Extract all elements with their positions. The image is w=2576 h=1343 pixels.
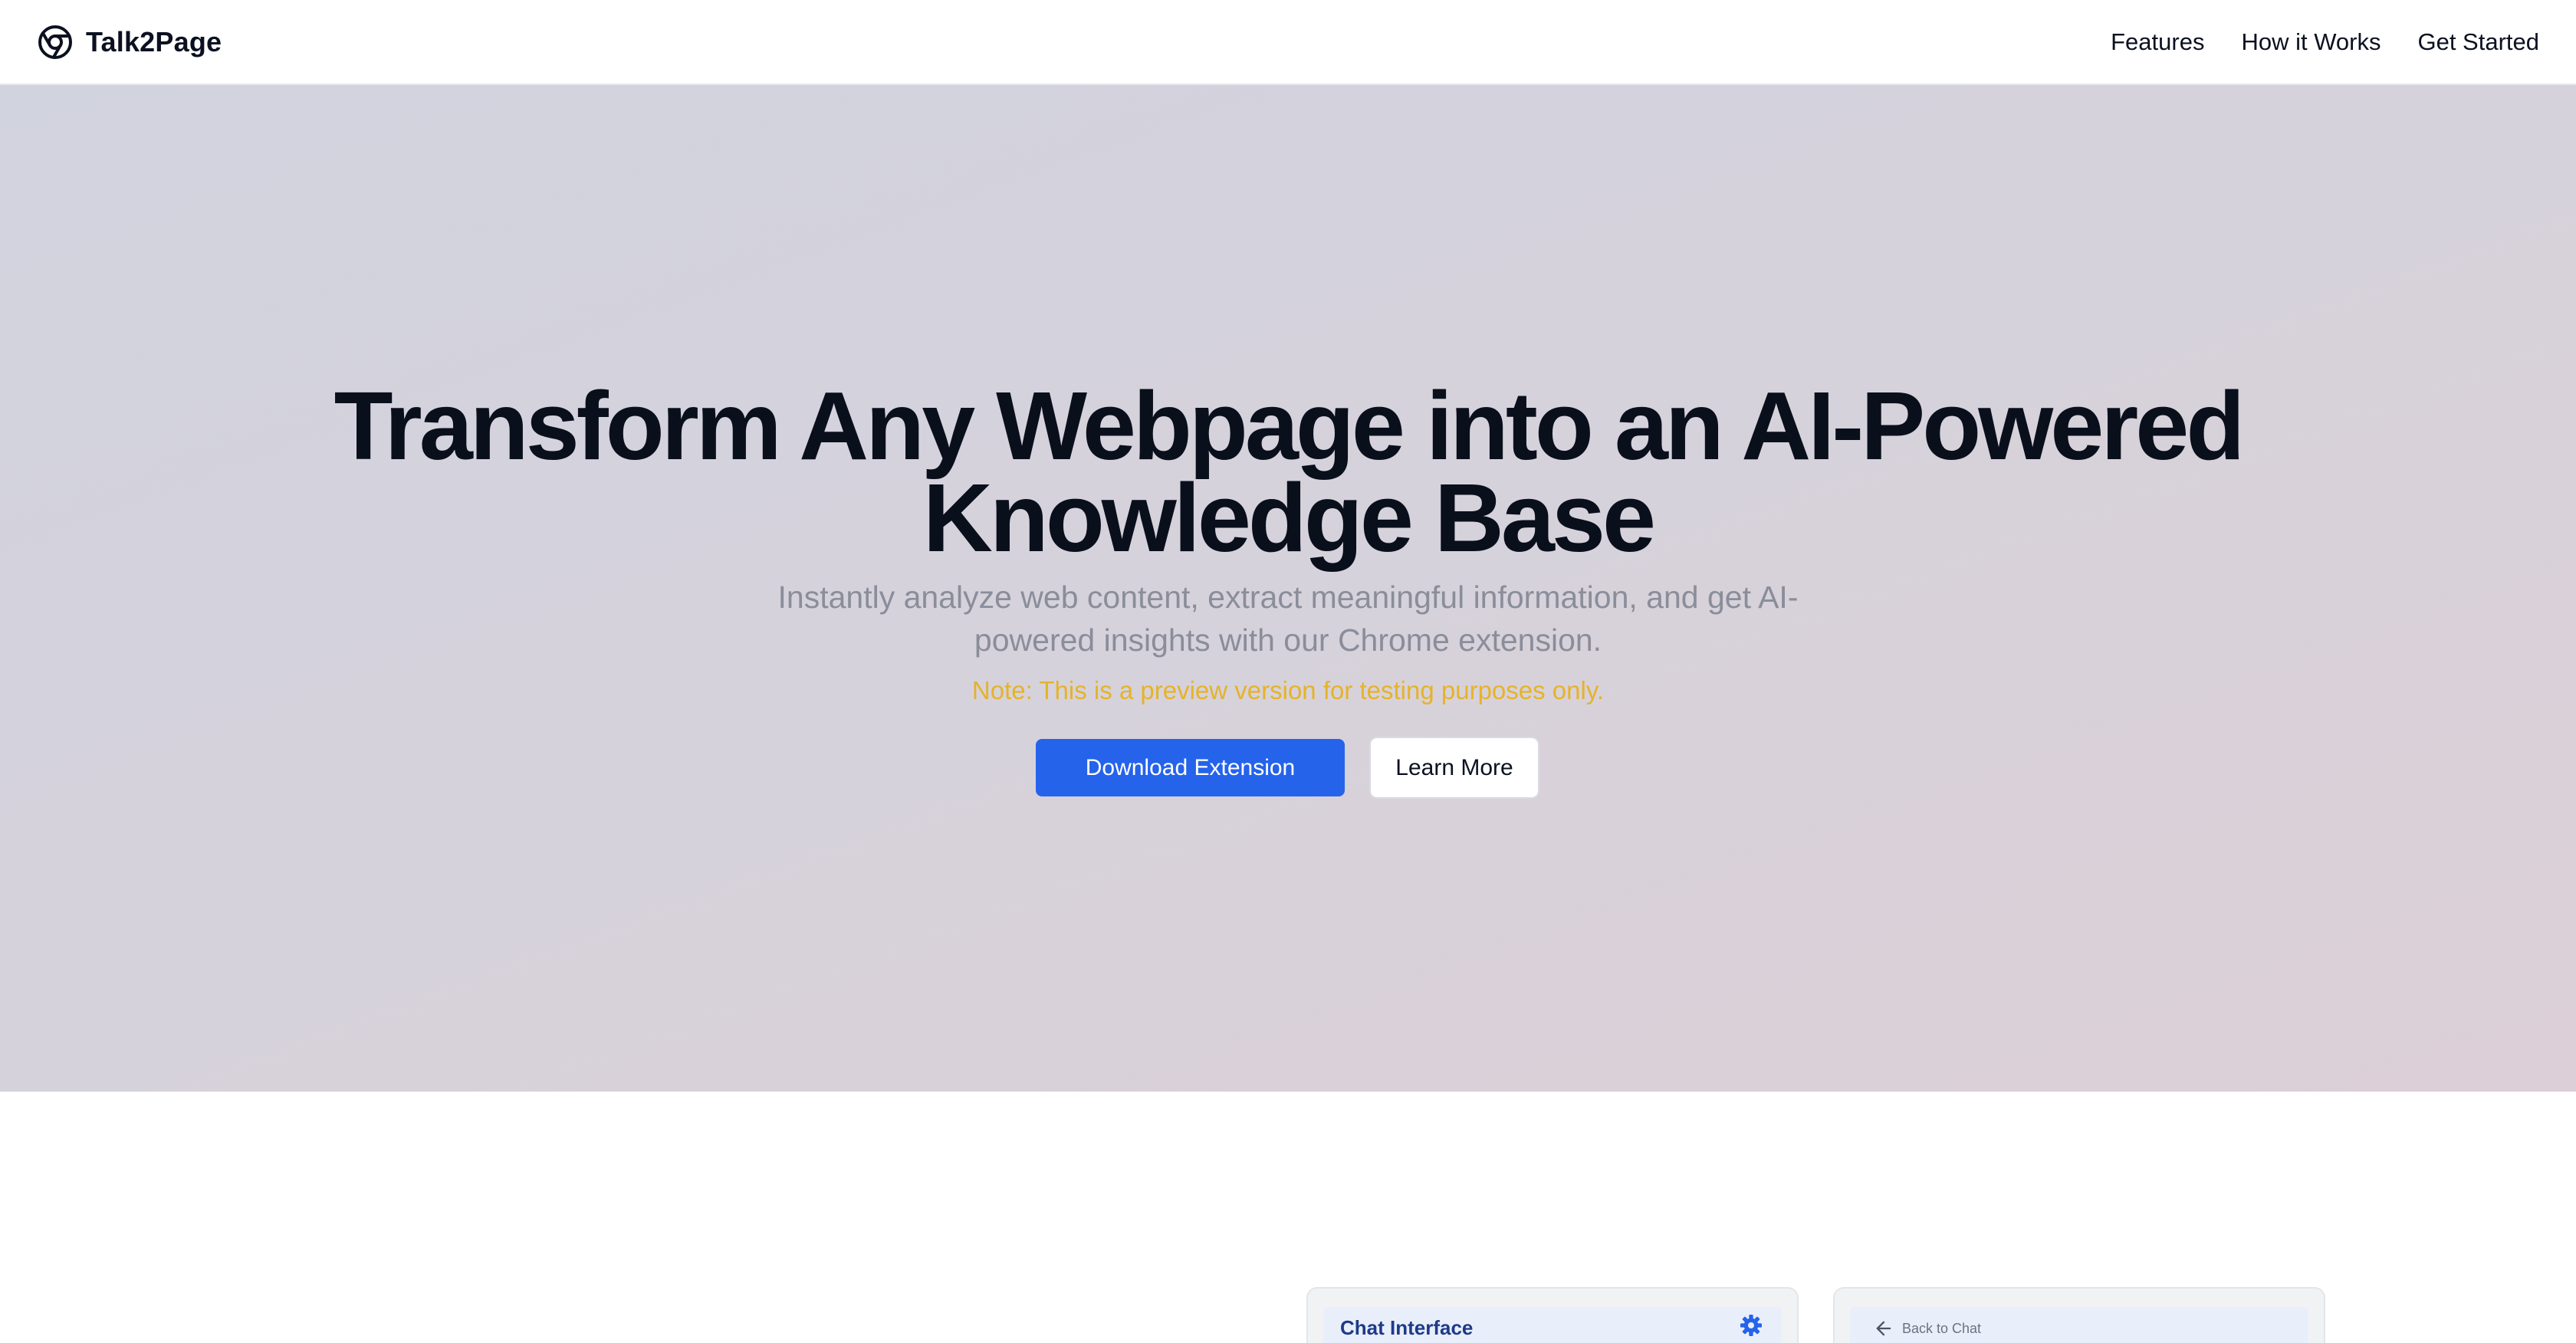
chrome-icon	[38, 25, 72, 59]
chat-interface-preview-card: Chat Interface	[1306, 1287, 1799, 1343]
nav-links: Features How it Works Get Started	[2074, 28, 2539, 57]
nav-link-features[interactable]: Features	[2111, 28, 2204, 57]
chat-interface-header: Chat Interface	[1323, 1307, 1782, 1343]
settings-preview-card: Back to Chat	[1833, 1287, 2325, 1343]
hero-section: Transform Any Webpage into an AI-Powered…	[0, 85, 2576, 1092]
nav-link-how-it-works[interactable]: How it Works	[2241, 28, 2380, 57]
top-navbar: Talk2Page Features How it Works Get Star…	[0, 0, 2576, 85]
brand-name: Talk2Page	[86, 26, 222, 57]
hero-subtitle: Instantly analyze web content, extract m…	[777, 580, 1799, 658]
learn-more-button[interactable]: Learn More	[1369, 737, 1539, 799]
download-extension-button[interactable]: Download Extension	[1036, 739, 1345, 796]
brand[interactable]: Talk2Page	[37, 23, 222, 61]
hero-title-line-2: Knowledge Base	[922, 464, 1656, 572]
hero-title: Transform Any Webpage into an AI-Powered…	[0, 378, 2576, 566]
gear-icon	[1740, 1315, 1762, 1336]
preview-note: Note: This is a preview version for test…	[971, 676, 1605, 704]
arrow-left-icon	[1876, 1321, 1891, 1336]
back-to-chat-label: Back to Chat	[1902, 1321, 1982, 1336]
chat-interface-title: Chat Interface	[1340, 1316, 1474, 1339]
nav-link-get-started[interactable]: Get Started	[2417, 28, 2539, 57]
settings-preview-header: Back to Chat	[1850, 1307, 2308, 1343]
